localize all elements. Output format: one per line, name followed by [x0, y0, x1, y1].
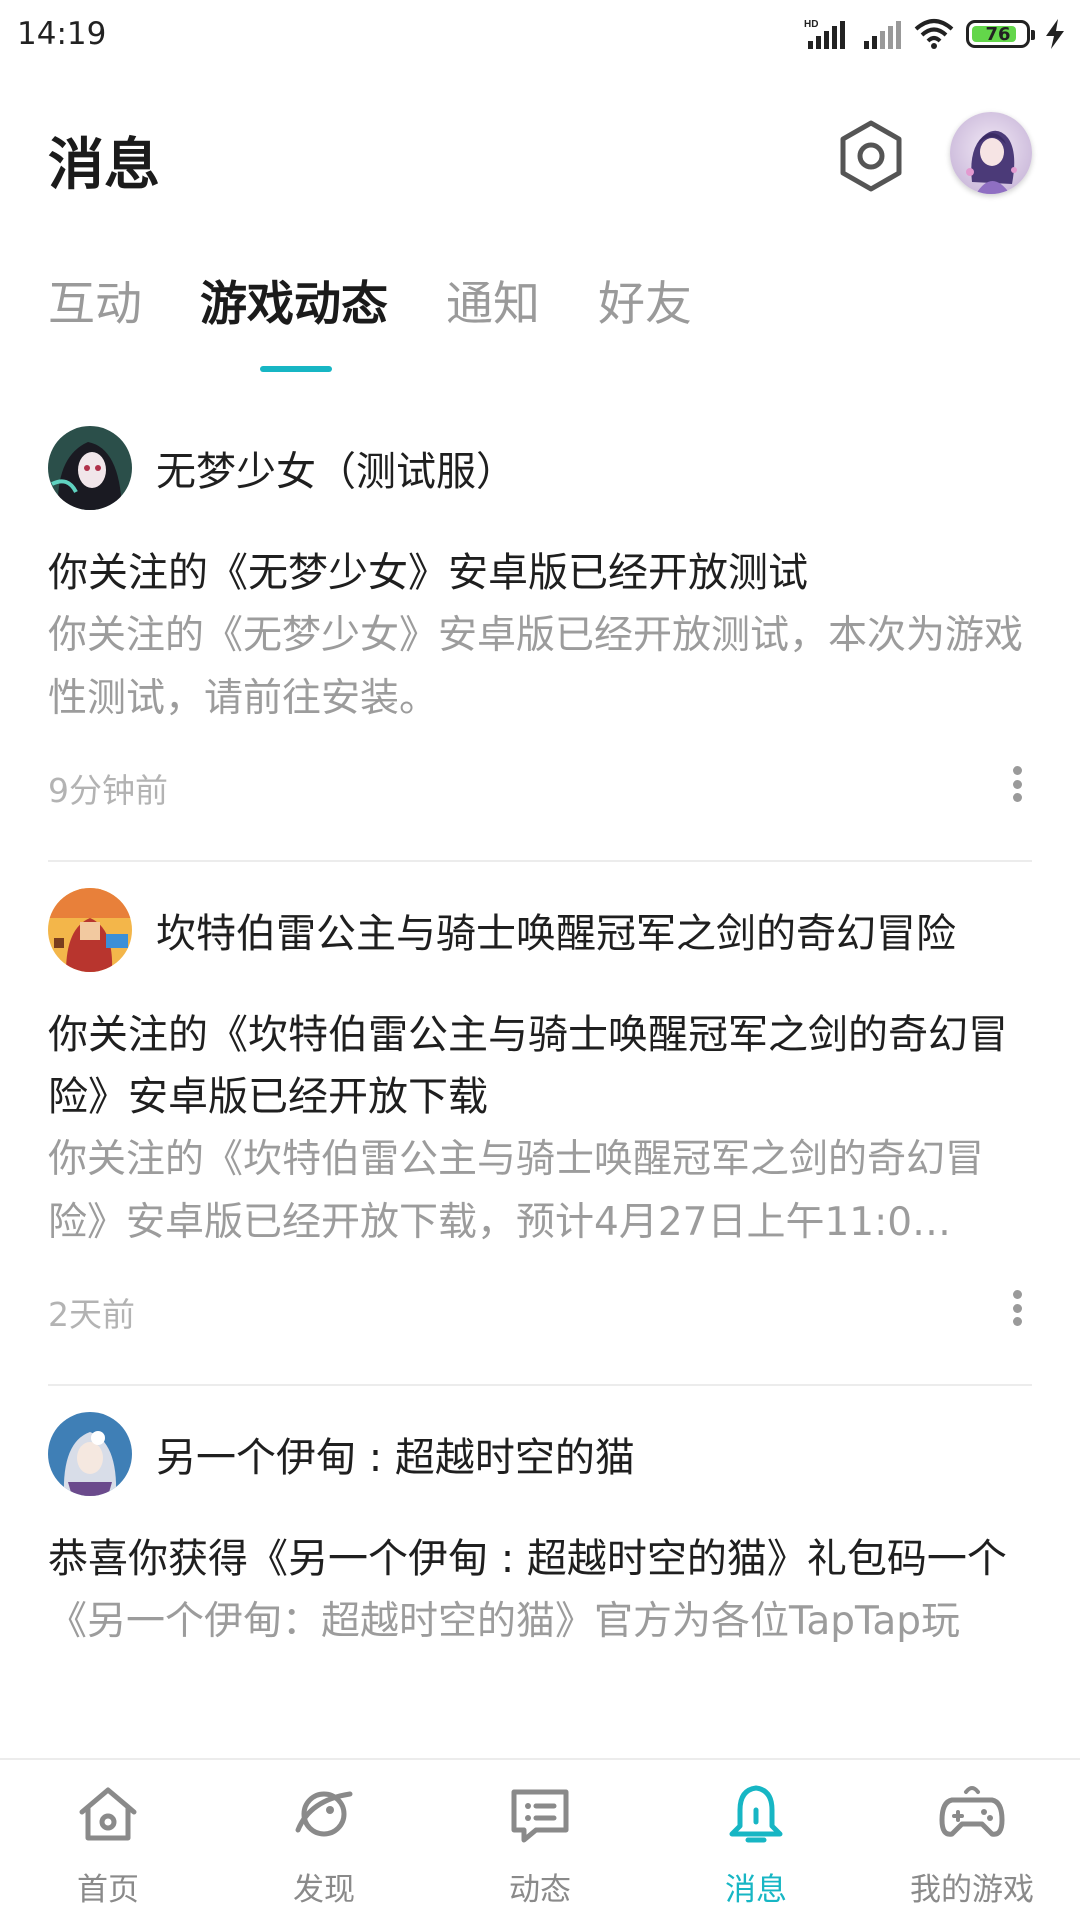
tab-bar: 互动 游戏动态 通知 好友	[48, 270, 750, 370]
bell-icon	[729, 1785, 783, 1843]
game-name[interactable]: 另一个伊甸 : 超越时空的猫	[156, 1425, 635, 1483]
status-icons: HD 76	[804, 14, 1068, 54]
item-title: 你关注的《无梦少女》安卓版已经开放测试	[48, 550, 808, 596]
nav-label: 发现	[293, 1872, 355, 1908]
item-header: 无梦少女（测试服）	[48, 420, 1032, 516]
nav-label: 动态	[509, 1872, 571, 1908]
svg-text:HD: HD	[804, 19, 818, 30]
nav-my-games[interactable]: 我的游戏	[864, 1760, 1080, 1920]
tab-game-updates[interactable]: 游戏动态	[200, 270, 388, 340]
nav-discover[interactable]: 发现	[216, 1760, 432, 1920]
status-bar: 14:19 HD 76	[0, 0, 1080, 70]
list-item[interactable]: 另一个伊甸 : 超越时空的猫 恭喜你获得《另一个伊甸 : 超越时空的猫》礼包码一…	[0, 1406, 1080, 1653]
game-avatar[interactable]	[48, 888, 132, 972]
game-name[interactable]: 坎特伯雷公主与骑士唤醒冠军之剑的奇幻冒险	[156, 901, 956, 959]
tab-friends[interactable]: 好友	[598, 270, 692, 340]
more-options-button[interactable]	[1002, 760, 1032, 808]
feed-icon	[511, 1789, 569, 1843]
bottom-navigation: 首页 发现 动态 消息 我的游戏	[0, 1758, 1080, 1920]
discover-icon	[295, 1791, 353, 1837]
item-title: 你关注的《坎特伯雷公主与骑士唤醒冠军之剑的奇幻冒险》安卓版已经开放下载	[48, 1012, 1008, 1120]
item-footer: 2天前	[48, 1254, 1032, 1364]
nav-label: 首页	[77, 1872, 139, 1908]
gamepad-icon	[939, 1786, 1005, 1837]
nav-label: 我的游戏	[910, 1872, 1034, 1908]
settings-icon	[840, 120, 902, 192]
item-footer: 9分钟前	[48, 730, 1032, 840]
status-time: 14:19	[17, 16, 107, 52]
list-item[interactable]: 坎特伯雷公主与骑士唤醒冠军之剑的奇幻冒险 你关注的《坎特伯雷公主与骑士唤醒冠军之…	[0, 882, 1080, 1364]
active-tab-indicator	[260, 366, 332, 372]
tab-notifications[interactable]: 通知	[446, 270, 540, 340]
game-avatar[interactable]	[48, 426, 132, 510]
page-title: 消息	[48, 133, 160, 198]
wifi-icon	[914, 19, 954, 49]
item-header: 另一个伊甸 : 超越时空的猫	[48, 1406, 1032, 1502]
more-options-button[interactable]	[1002, 1284, 1032, 1332]
cellular-signal-2-icon	[864, 21, 901, 49]
item-header: 坎特伯雷公主与骑士唤醒冠军之剑的奇幻冒险	[48, 882, 1032, 978]
item-time: 2天前	[48, 1295, 135, 1334]
divider	[48, 860, 1032, 862]
nav-home[interactable]: 首页	[0, 1760, 216, 1920]
user-avatar[interactable]	[950, 112, 1032, 194]
item-body: 你关注的《坎特伯雷公主与骑士唤醒冠军之剑的奇幻冒险》安卓版已经开放下载，预计4月…	[48, 1137, 985, 1245]
nav-feed[interactable]: 动态	[432, 1760, 648, 1920]
tab-interaction[interactable]: 互动	[48, 270, 142, 340]
item-time: 9分钟前	[48, 771, 168, 810]
battery-level: 76	[985, 23, 1011, 45]
item-body: 《另一个伊甸：超越时空的猫》官方为各位TapTap玩	[48, 1599, 961, 1644]
nav-messages[interactable]: 消息	[648, 1760, 864, 1920]
settings-button[interactable]	[833, 118, 909, 194]
home-icon	[79, 1787, 137, 1841]
item-body: 你关注的《无梦少女》安卓版已经开放测试，本次为游戏性测试，请前往安装。	[48, 613, 1024, 721]
game-name[interactable]: 无梦少女（测试服）	[156, 439, 516, 497]
game-avatar[interactable]	[48, 1412, 132, 1496]
item-title: 恭喜你获得《另一个伊甸 : 超越时空的猫》礼包码一个	[48, 1536, 1007, 1582]
charging-icon	[1046, 19, 1064, 49]
message-feed[interactable]: 无梦少女（测试服） 你关注的《无梦少女》安卓版已经开放测试 你关注的《无梦少女》…	[0, 410, 1080, 1760]
divider	[48, 1384, 1032, 1386]
cellular-signal-icon: HD	[804, 19, 845, 49]
nav-label: 消息	[725, 1872, 787, 1908]
list-item[interactable]: 无梦少女（测试服） 你关注的《无梦少女》安卓版已经开放测试 你关注的《无梦少女》…	[0, 420, 1080, 840]
battery-icon: 76	[966, 20, 1035, 48]
